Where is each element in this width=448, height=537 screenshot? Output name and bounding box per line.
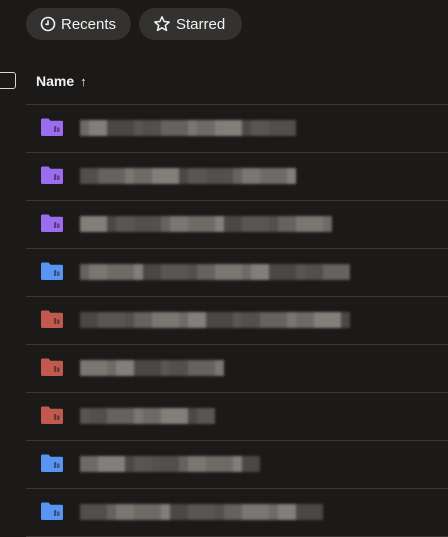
star-icon — [154, 16, 170, 32]
name-column-label: Name — [36, 73, 75, 89]
file-name-redacted — [80, 120, 296, 136]
file-name-redacted — [80, 360, 224, 376]
file-name-redacted — [80, 216, 332, 232]
shared-folder-blue-icon — [41, 262, 63, 280]
file-name-redacted — [80, 312, 350, 328]
file-row[interactable] — [26, 441, 448, 489]
file-name-redacted — [80, 456, 260, 472]
file-row[interactable] — [26, 153, 448, 201]
sort-ascending-icon: ↑ — [80, 73, 87, 89]
file-name-redacted — [80, 408, 215, 424]
shared-folder-red-icon — [41, 406, 63, 424]
shared-folder-red-icon — [41, 358, 63, 376]
name-column-header[interactable]: Name ↑ — [36, 73, 87, 89]
file-row[interactable] — [26, 489, 448, 537]
starred-label: Starred — [176, 15, 226, 33]
shared-folder-red-icon — [41, 310, 63, 328]
shared-folder-blue-icon — [41, 502, 63, 520]
select-all-checkbox[interactable] — [0, 72, 16, 89]
recents-label: Recents — [61, 15, 117, 33]
file-row[interactable] — [26, 297, 448, 345]
file-name-redacted — [80, 168, 296, 184]
shared-folder-purple-icon — [41, 166, 63, 184]
recents-filter-button[interactable]: Recents — [26, 8, 131, 40]
starred-filter-button[interactable]: Starred — [139, 8, 242, 40]
file-row[interactable] — [26, 393, 448, 441]
clock-icon — [40, 16, 56, 32]
shared-folder-purple-icon — [41, 118, 63, 136]
shared-folder-blue-icon — [41, 454, 63, 472]
file-row[interactable] — [26, 201, 448, 249]
file-row[interactable] — [26, 345, 448, 393]
file-row[interactable] — [26, 249, 448, 297]
file-name-redacted — [80, 264, 350, 280]
shared-folder-purple-icon — [41, 214, 63, 232]
file-row[interactable] — [26, 105, 448, 153]
file-name-redacted — [80, 504, 323, 520]
